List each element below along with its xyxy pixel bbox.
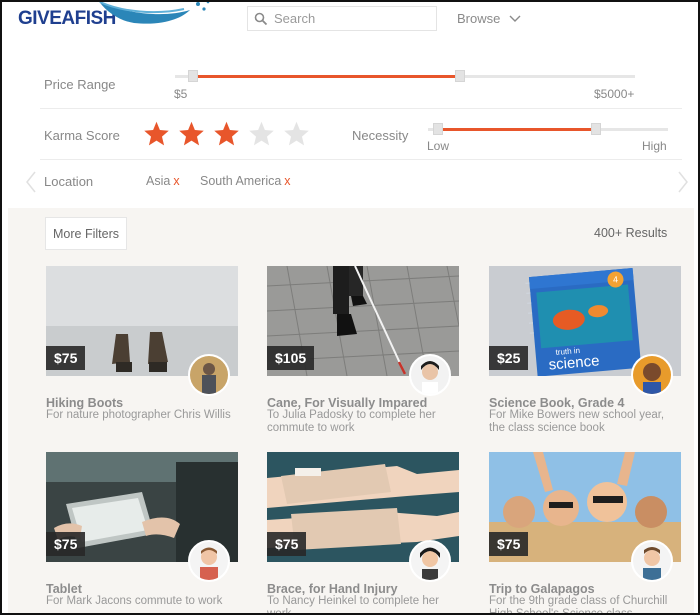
karma-rating[interactable] [142, 120, 311, 148]
card-title[interactable]: Hiking Boots [46, 396, 123, 410]
filter-panel: Price Range $5 $5000+ Karma Score Necess… [2, 34, 698, 208]
avatar[interactable] [188, 540, 230, 582]
price-badge: $75 [46, 532, 86, 556]
price-badge: $75 [46, 346, 86, 370]
star-icon[interactable] [142, 120, 171, 148]
search-box[interactable] [247, 6, 437, 31]
necessity-min-handle[interactable] [432, 123, 443, 135]
price-badge: $105 [267, 346, 315, 370]
necessity-max-handle[interactable] [591, 123, 601, 135]
more-filters-button[interactable]: More Filters [45, 217, 127, 250]
card-description: For Mike Bowers new school year, the cla… [489, 409, 665, 434]
star-icon[interactable] [282, 120, 311, 148]
price-min-label: $5 [174, 87, 188, 101]
card-title[interactable]: Science Book, Grade 4 [489, 396, 624, 410]
header: GIVEAFISH Browse [2, 2, 698, 34]
price-range-label: Price Range [44, 77, 116, 92]
price-range-slider[interactable] [175, 70, 635, 82]
necessity-low-label: Low [427, 139, 450, 153]
search-icon [254, 12, 268, 25]
results-panel: More Filters 400+ Results $75 Hiking Boo… [8, 208, 694, 615]
location-tag-south-america: South America x [200, 174, 291, 188]
results-count: 400+ Results [594, 226, 668, 240]
avatar[interactable] [409, 354, 451, 396]
price-badge: $75 [267, 532, 307, 556]
chevron-left-icon[interactable] [26, 171, 36, 193]
page-frame: GIVEAFISH Browse Price Range [0, 0, 700, 615]
card-title[interactable]: Trip to Galapagos [489, 582, 595, 596]
necessity-high-label: High [642, 139, 667, 153]
karma-score-label: Karma Score [44, 128, 120, 143]
price-badge: $75 [489, 532, 529, 556]
remove-tag-button[interactable]: x [173, 174, 179, 188]
price-min-handle[interactable] [188, 70, 199, 82]
card-title[interactable]: Tablet [46, 582, 82, 596]
remove-tag-button[interactable]: x [284, 174, 290, 188]
star-icon[interactable] [212, 120, 241, 148]
chevron-down-icon [509, 15, 521, 22]
price-max-label: $5000+ [594, 87, 635, 101]
browse-label: Browse [457, 11, 501, 26]
card-description: To Julia Padosky to complete her commute… [267, 409, 436, 434]
avatar[interactable] [631, 354, 673, 396]
star-icon[interactable] [177, 120, 206, 148]
chevron-right-icon[interactable] [678, 171, 688, 193]
price-max-handle[interactable] [455, 70, 466, 82]
location-tag-asia: Asia x [146, 174, 180, 188]
fish-logo-icon [99, 2, 210, 24]
location-label: Location [44, 174, 94, 189]
book-grade-badge: 4 [613, 274, 619, 284]
card-description: To Nancy Heinkel to complete her work [267, 595, 439, 615]
necessity-fill [437, 128, 596, 131]
necessity-label: Necessity [352, 128, 409, 143]
avatar[interactable] [188, 354, 230, 396]
card-title[interactable]: Brace, for Hand Injury [267, 582, 398, 596]
price-range-fill [193, 75, 461, 78]
card-title[interactable]: Cane, For Visually Impared [267, 396, 427, 410]
card-description: For Mark Jacons commute to work [46, 595, 223, 607]
card-description: For the 9th grade class of Churchill Hig… [489, 595, 668, 615]
divider [40, 159, 682, 160]
location-tag-name: South America [200, 174, 282, 188]
browse-dropdown[interactable]: Browse [457, 11, 521, 26]
star-icon[interactable] [247, 120, 276, 148]
necessity-slider[interactable] [428, 123, 668, 135]
price-badge: $25 [489, 346, 529, 370]
search-input[interactable] [274, 11, 424, 26]
avatar[interactable] [631, 540, 673, 582]
divider [40, 108, 682, 109]
location-tag-name: Asia [146, 174, 171, 188]
card-description: For nature photographer Chris Willis [46, 409, 231, 421]
avatar[interactable] [409, 540, 451, 582]
